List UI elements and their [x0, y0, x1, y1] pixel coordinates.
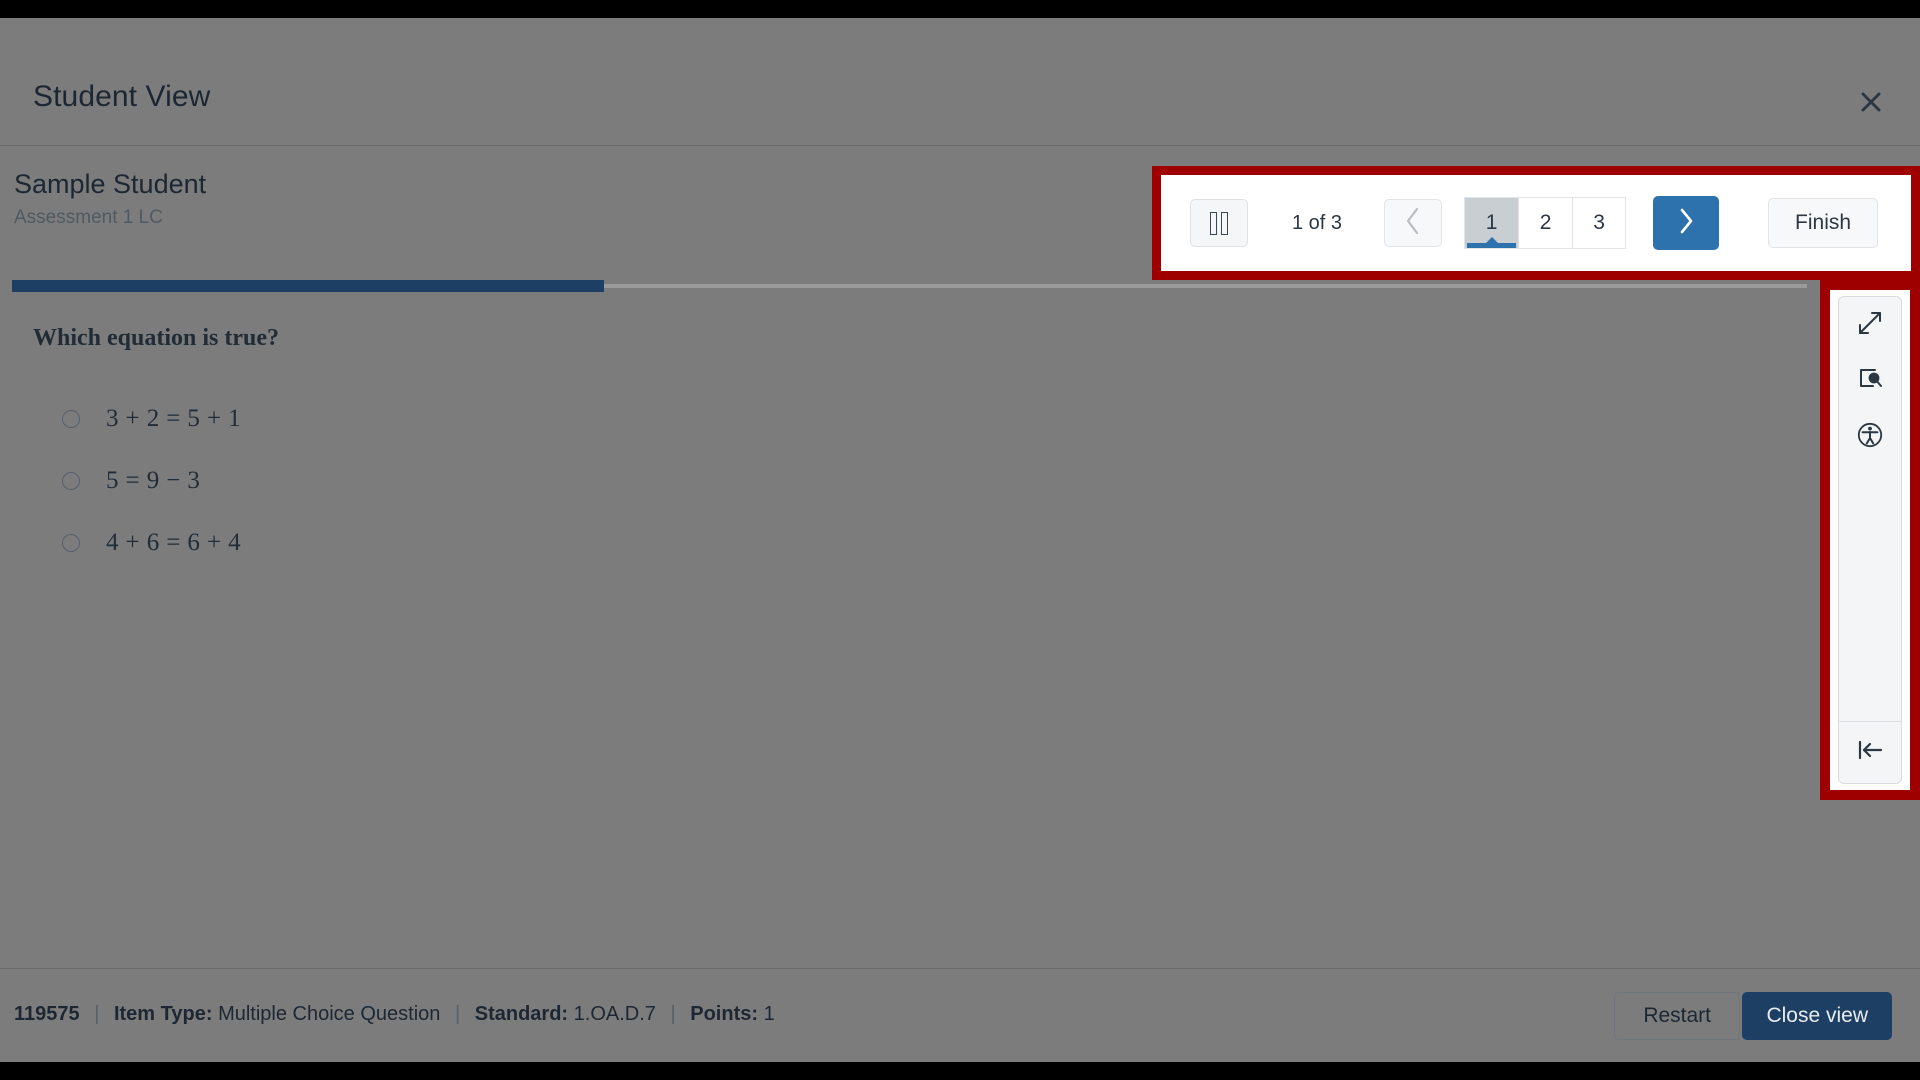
navigation-highlight-callout: 1 of 3 1 2 3 Finish — [1152, 166, 1920, 280]
points-label: Points: — [690, 1003, 759, 1025]
answer-choice[interactable]: 3 + 2 = 5 + 1 — [62, 388, 241, 450]
item-metadata: 119575 | Item Type: Multiple Choice Ques… — [14, 1003, 775, 1026]
previous-question-button[interactable] — [1384, 199, 1443, 247]
student-view-modal: Student View Sample Student Assessment 1… — [0, 18, 1920, 1062]
metadata-separator: | — [670, 1003, 676, 1025]
page-button-1[interactable]: 1 — [1464, 197, 1519, 249]
item-type-value: Multiple Choice Question — [218, 1003, 441, 1025]
answer-choice[interactable]: 4 + 6 = 6 + 4 — [62, 512, 241, 574]
answer-choice[interactable]: 5 = 9 − 3 — [62, 450, 241, 512]
expand-fullscreen-button[interactable] — [1839, 297, 1901, 353]
question-body: Which equation is true? 3 + 2 = 5 + 1 5 … — [0, 300, 1810, 960]
standard-label: Standard: — [474, 1003, 569, 1025]
pause-button[interactable] — [1190, 199, 1248, 247]
restart-button-label: Restart — [1643, 1004, 1711, 1027]
tool-rail-highlight-callout — [1820, 280, 1920, 800]
close-icon[interactable] — [1854, 85, 1888, 119]
radio-button-icon[interactable] — [62, 534, 80, 552]
page-title: Student View — [33, 80, 211, 113]
collapse-rail-button[interactable] — [1839, 721, 1901, 783]
close-view-button[interactable]: Close view — [1742, 992, 1892, 1040]
finish-button[interactable]: Finish — [1768, 198, 1879, 248]
modal-header: Student View — [0, 18, 1920, 146]
answer-choice-label: 4 + 6 = 6 + 4 — [106, 529, 241, 556]
item-type-label: Item Type: — [113, 1003, 213, 1025]
tool-rail — [1838, 296, 1902, 784]
chevron-right-icon — [1676, 206, 1696, 241]
letterbox-top — [0, 0, 1920, 18]
pause-icon — [1210, 211, 1228, 235]
item-id: 119575 — [14, 1003, 80, 1025]
answer-choice-list: 3 + 2 = 5 + 1 5 = 9 − 3 4 + 6 = 6 + 4 — [62, 388, 241, 574]
answer-choice-label: 3 + 2 = 5 + 1 — [106, 405, 241, 432]
page-button-3-label: 3 — [1593, 211, 1605, 234]
page-number-group: 1 2 3 — [1464, 197, 1627, 249]
page-button-2[interactable]: 2 — [1518, 197, 1573, 249]
footer-bar: 119575 | Item Type: Multiple Choice Ques… — [0, 968, 1920, 1062]
accessibility-button[interactable] — [1839, 409, 1901, 465]
assessment-navigation-toolbar: 1 of 3 1 2 3 Finish — [1161, 175, 1911, 271]
page-button-2-label: 2 — [1539, 211, 1552, 234]
finish-button-label: Finish — [1795, 211, 1852, 234]
radio-button-icon[interactable] — [62, 410, 80, 428]
restart-button[interactable]: Restart — [1614, 992, 1740, 1040]
chevron-left-icon — [1403, 206, 1423, 241]
question-counter: 1 of 3 — [1292, 211, 1343, 234]
close-view-button-label: Close view — [1766, 1004, 1868, 1027]
assessment-name: Assessment 1 LC — [14, 207, 163, 228]
accessibility-icon — [1856, 421, 1884, 454]
zoom-region-button[interactable] — [1839, 353, 1901, 409]
metadata-separator: | — [454, 1003, 461, 1025]
screenshot-root: Student View Sample Student Assessment 1… — [0, 0, 1920, 1080]
standard-value: 1.OA.D.7 — [573, 1003, 656, 1025]
progress-fill — [12, 280, 604, 292]
radio-button-icon[interactable] — [62, 472, 80, 490]
zoom-region-icon — [1856, 365, 1884, 398]
student-name: Sample Student — [14, 169, 207, 199]
answer-choice-label: 5 = 9 − 3 — [106, 467, 201, 494]
page-button-1-label: 1 — [1485, 211, 1498, 234]
points-value: 1 — [763, 1003, 775, 1025]
collapse-left-icon — [1855, 738, 1885, 767]
page-button-3[interactable]: 3 — [1572, 197, 1627, 249]
letterbox-bottom — [0, 1062, 1920, 1080]
expand-fullscreen-icon — [1856, 309, 1884, 342]
question-stem: Which equation is true? — [33, 325, 280, 351]
next-question-button[interactable] — [1653, 196, 1720, 250]
metadata-separator: | — [94, 1003, 100, 1025]
tool-rail-inner — [1830, 290, 1910, 790]
